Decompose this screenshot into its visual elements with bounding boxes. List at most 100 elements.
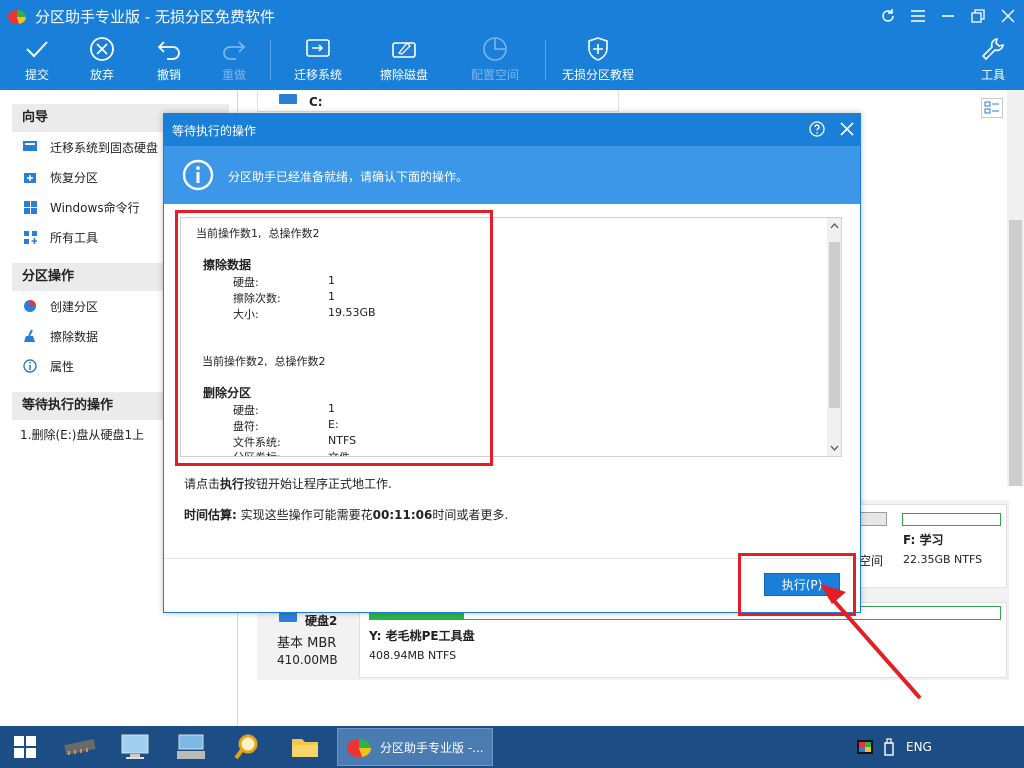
disk2-size: 410.00MB [277, 653, 338, 667]
title-bar: 分区助手专业版 - 无损分区免费软件 [0, 0, 1024, 32]
sidebar-item-label: 擦除数据 [50, 329, 99, 344]
sidebar-item-label: 创建分区 [50, 299, 99, 314]
sidebar-item-label: 所有工具 [50, 230, 99, 245]
scroll-down-arrow-icon[interactable] [827, 440, 841, 456]
magnifier-icon [234, 734, 258, 760]
taskbar-app-label: 分区助手专业版 -... [380, 740, 484, 755]
refresh-icon[interactable] [877, 6, 899, 26]
estimate-label: 时间估算: [184, 508, 237, 522]
estimate-prefix: 实现这些操作可能需要花 [236, 508, 373, 522]
partition-f-name[interactable]: F: 学习 [903, 531, 944, 548]
windows-start-icon [14, 736, 36, 758]
view-toggle-icon[interactable] [981, 98, 1003, 118]
tools-label: 工具 [980, 68, 1005, 82]
info-icon [182, 159, 214, 191]
taskbar-partition-assistant[interactable]: 分区助手专业版 -... [337, 728, 493, 766]
create-partition-icon [22, 298, 38, 314]
dialog-banner-text: 分区助手已经准备就绪，请确认下面的操作。 [228, 170, 469, 184]
allocate-space-icon [481, 36, 509, 62]
partition-f-size: 22.35GB NTFS [903, 553, 983, 566]
app-window: 分区助手专业版 - 无损分区免费软件 提交 放弃 撤销 重做 迁移系统 擦除磁盘… [0, 0, 1024, 768]
all-tools-icon [22, 229, 38, 245]
wipe-disk-icon [390, 36, 418, 62]
discard-button[interactable]: 放弃 [87, 36, 117, 88]
title-and-toolbar: 分区助手专业版 - 无损分区免费软件 提交 放弃 撤销 重做 迁移系统 擦除磁盘… [0, 0, 1024, 90]
taskbar: 分区助手专业版 -... ENG [0, 726, 1024, 768]
toolbar-divider [270, 40, 271, 80]
dialog-titlebar[interactable]: 等待执行的操作 [164, 114, 860, 146]
disk2-name: 硬盘2 [305, 614, 338, 628]
recover-partition-icon [22, 169, 38, 185]
log-scrollbar[interactable] [827, 218, 841, 456]
instruction-bold: 执行 [220, 477, 245, 491]
scroll-up-arrow-icon[interactable] [827, 218, 841, 234]
partition-c-label: C: [309, 95, 323, 109]
menu-icon[interactable] [907, 6, 929, 26]
main-scrollbar-thumb[interactable] [1009, 220, 1022, 486]
discard-label: 放弃 [89, 68, 114, 82]
partition-f-usage-bar [902, 513, 1001, 526]
estimate-suffix: 时间或者更多. [432, 508, 509, 522]
annotation-highlight-log [175, 210, 493, 466]
computer-icon [121, 734, 149, 759]
migrate-os-icon [304, 36, 332, 62]
dialog-time-estimate: 时间估算: 实现这些操作可能需要花00:11:06时间或者更多. [184, 506, 508, 523]
undo-icon [155, 36, 183, 62]
instruction-suffix: 按钮开始让程序正式地工作. [244, 477, 392, 491]
log-scrollbar-thumb[interactable] [829, 242, 840, 408]
window-title: 分区助手专业版 - 无损分区免费软件 [35, 8, 275, 26]
keyboard-icon [177, 734, 205, 759]
dialog-instruction: 请点击执行按钮开始让程序正式地工作. [184, 475, 392, 492]
taskbar-memory-app[interactable] [55, 726, 105, 768]
windows-icon [22, 199, 38, 215]
partition-g-label-tail: 空间 [859, 554, 884, 568]
info-icon [22, 358, 38, 374]
tray-language[interactable]: ENG [906, 740, 932, 754]
allocate-space-button[interactable]: 配置空间 [469, 36, 521, 88]
wipe-disk-button[interactable]: 擦除磁盘 [378, 36, 430, 88]
migrate-os-button[interactable]: 迁移系统 [292, 36, 344, 88]
wrench-icon [979, 36, 1007, 62]
sidebar-item-label: 属性 [50, 359, 75, 374]
app-logo-icon [8, 10, 27, 24]
main-scrollbar[interactable] [1007, 90, 1024, 486]
tutorial-label: 无损分区教程 [561, 68, 634, 82]
start-button[interactable] [0, 726, 50, 768]
restore-icon[interactable] [967, 6, 989, 26]
close-icon[interactable] [997, 6, 1019, 26]
undo-button[interactable]: 撤销 [154, 36, 184, 88]
redo-label: 重做 [221, 68, 246, 82]
folder-icon [292, 739, 318, 757]
taskbar-computer-app[interactable] [110, 726, 160, 768]
close-icon[interactable] [839, 121, 855, 137]
partition-y-name: Y: 老毛桃PE工具盘 [369, 629, 475, 643]
dialog-banner: 分区助手已经准备就绪，请确认下面的操作。 [164, 146, 860, 204]
migrate-ssd-icon [22, 139, 38, 155]
help-icon[interactable] [809, 121, 825, 137]
taskbar-keyboard-app[interactable] [166, 726, 216, 768]
disk2-type: 基本 MBR [277, 636, 337, 651]
toolbar-divider [545, 40, 546, 80]
shield-icon [584, 36, 612, 62]
migrate-os-label: 迁移系统 [293, 68, 342, 82]
taskbar-search-app[interactable] [222, 726, 272, 768]
cancel-circle-icon [88, 36, 116, 62]
taskbar-explorer-app[interactable] [280, 726, 330, 768]
sidebar-item-label: 恢复分区 [50, 170, 99, 185]
estimate-time: 00:11:06 [372, 508, 433, 522]
allocate-space-label: 配置空间 [470, 68, 519, 82]
redo-button[interactable]: 重做 [219, 36, 249, 88]
partition-g-usage-bar [857, 512, 887, 526]
instruction-prefix: 请点击 [184, 477, 221, 491]
tutorial-button[interactable]: 无损分区教程 [560, 36, 636, 88]
submit-label: 提交 [24, 68, 49, 82]
minimize-icon[interactable] [937, 6, 959, 26]
broom-icon [22, 328, 38, 344]
tools-button[interactable]: 工具 [978, 36, 1008, 88]
check-icon [23, 36, 51, 62]
memory-chip-icon [64, 738, 96, 756]
tray-usb-icon[interactable] [876, 726, 902, 768]
app-logo-icon [347, 739, 372, 757]
submit-button[interactable]: 提交 [22, 36, 52, 88]
dialog-title: 等待执行的操作 [172, 124, 257, 138]
